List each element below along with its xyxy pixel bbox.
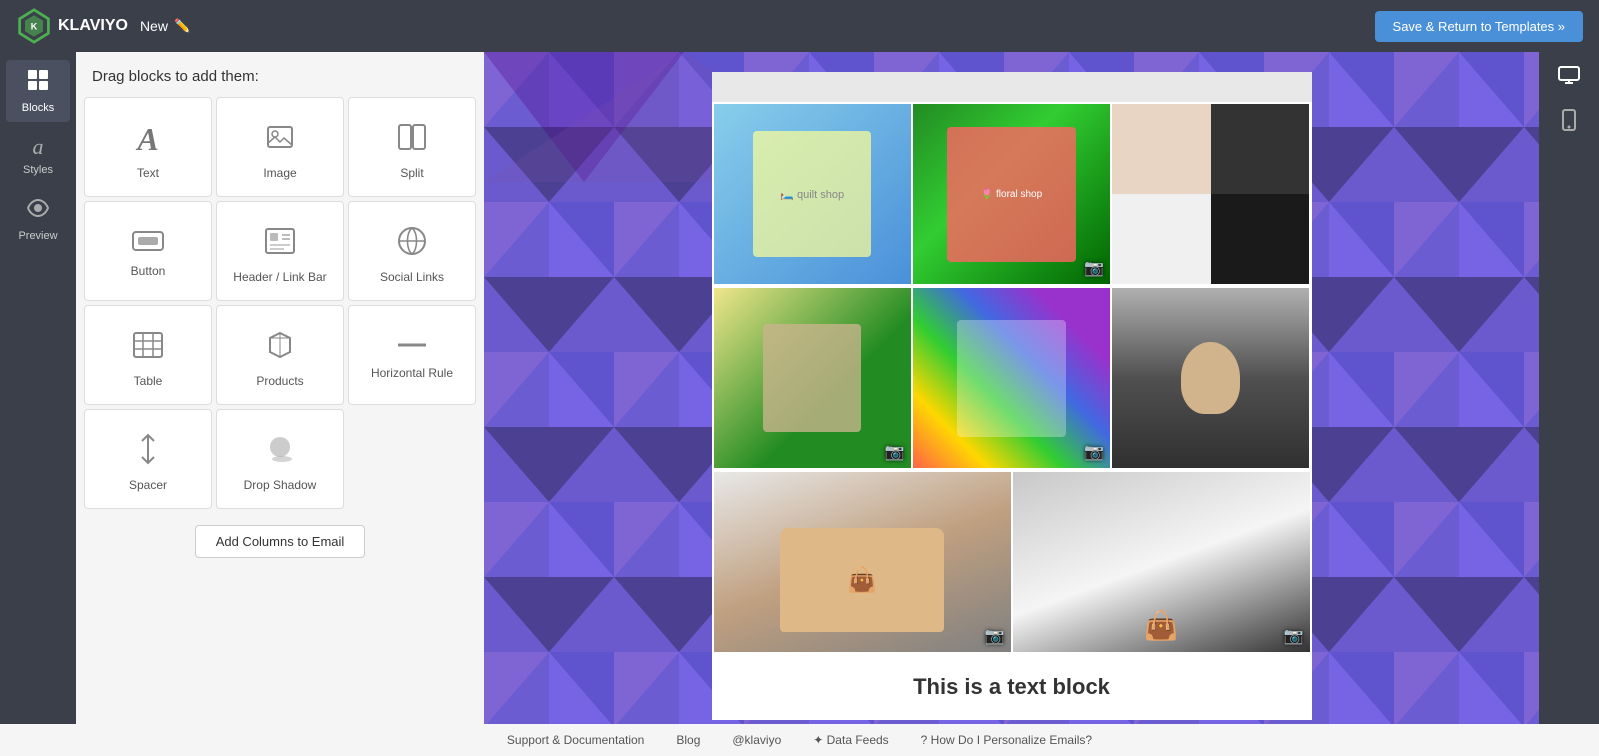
canvas-area: 🛏️ quilt shop 🌷 floral shop 📷 <box>484 52 1539 756</box>
desktop-view-button[interactable] <box>1552 60 1586 95</box>
table-block-icon <box>132 329 164 366</box>
button-block-label: Button <box>131 264 166 278</box>
email-preview: 🛏️ quilt shop 🌷 floral shop 📷 <box>712 72 1312 720</box>
photo-cell-4: 📷 <box>714 288 911 468</box>
split-block-label: Split <box>400 166 423 180</box>
drop-shadow-block-label: Drop Shadow <box>244 478 317 492</box>
image-block-icon <box>264 121 296 158</box>
image-block-label: Image <box>263 166 296 180</box>
photo-grid-row3: 👜 📷 👜 📷 <box>712 470 1312 654</box>
sidebar-item-blocks[interactable]: Blocks <box>6 60 70 122</box>
preview-label: Preview <box>18 230 57 242</box>
preview-icon <box>26 196 50 226</box>
main-content: Blocks a Styles Preview Drag blocks to a… <box>0 52 1599 756</box>
button-block-icon <box>132 231 164 256</box>
block-button[interactable]: Button <box>84 201 212 301</box>
products-block-label: Products <box>256 374 303 388</box>
photo-cell-8: 👜 📷 <box>1013 472 1310 652</box>
logo: K KLAVIYO <box>16 8 128 44</box>
save-return-button[interactable]: Save & Return to Templates » <box>1375 11 1583 42</box>
klaviyo-logo-icon: K <box>16 8 52 44</box>
block-image[interactable]: Image <box>216 97 344 197</box>
instagram-icon-8: 📷 <box>1284 626 1304 646</box>
add-columns-button[interactable]: Add Columns to Email <box>195 525 366 558</box>
text-block-preview: This is a text block <box>712 654 1312 720</box>
top-bar-left: K KLAVIYO New ✏️ <box>16 8 190 44</box>
social-block-icon <box>396 225 428 262</box>
photo-cell-2: 🌷 floral shop 📷 <box>913 104 1110 284</box>
blocks-panel: Drag blocks to add them: A Text Image <box>76 52 484 756</box>
styles-label: Styles <box>23 164 53 176</box>
photo-grid-row1: 🛏️ quilt shop 🌷 floral shop 📷 <box>712 102 1312 286</box>
block-split[interactable]: Split <box>348 97 476 197</box>
top-bar: K KLAVIYO New ✏️ Save & Return to Templa… <box>0 0 1599 52</box>
hr-block-label: Horizontal Rule <box>371 366 453 380</box>
email-header-strip <box>712 72 1312 102</box>
header-block-icon <box>264 225 296 262</box>
mobile-view-button[interactable] <box>1556 103 1582 142</box>
instagram-icon-7: 📷 <box>985 626 1005 646</box>
block-spacer[interactable]: Spacer <box>84 409 212 509</box>
block-products[interactable]: Products <box>216 305 344 405</box>
header-block-label: Header / Link Bar <box>233 270 326 284</box>
styles-icon: a <box>33 134 44 160</box>
photo-grid-row2: 📷 📷 <box>712 286 1312 470</box>
photo-cell-5: 📷 <box>913 288 1110 468</box>
block-header-link-bar[interactable]: Header / Link Bar <box>216 201 344 301</box>
photo-cell-6 <box>1112 288 1309 468</box>
blocks-label: Blocks <box>22 102 54 114</box>
sidebar-item-styles[interactable]: a Styles <box>6 126 70 184</box>
svg-text:K: K <box>31 22 38 32</box>
edit-icon[interactable]: ✏️ <box>174 18 190 34</box>
photo-cell-1: 🛏️ quilt shop <box>714 104 911 284</box>
social-block-label: Social Links <box>380 270 444 284</box>
split-block-icon <box>396 121 428 158</box>
block-drop-shadow[interactable]: Drop Shadow <box>216 409 344 509</box>
spacer-block-label: Spacer <box>129 478 167 492</box>
icon-sidebar: Blocks a Styles Preview <box>0 52 76 756</box>
blocks-panel-header: Drag blocks to add them: <box>76 52 484 97</box>
document-name: New <box>140 18 168 34</box>
block-horizontal-rule[interactable]: Horizontal Rule <box>348 305 476 405</box>
photo-cell-3 <box>1112 104 1309 284</box>
photo-cell-7: 👜 📷 <box>714 472 1011 652</box>
block-text[interactable]: A Text <box>84 97 212 197</box>
table-block-label: Table <box>134 374 163 388</box>
block-social-links[interactable]: Social Links <box>348 201 476 301</box>
blocks-icon <box>26 68 50 98</box>
text-block-label: Text <box>137 166 159 180</box>
blocks-grid: A Text Image <box>76 97 484 509</box>
instagram-icon-5: 📷 <box>1084 442 1104 462</box>
sidebar-item-preview[interactable]: Preview <box>6 188 70 250</box>
instagram-icon-4: 📷 <box>885 442 905 462</box>
brand-name: KLAVIYO <box>58 17 128 35</box>
text-block-content: This is a text block <box>913 674 1110 699</box>
hr-block-icon <box>396 337 428 358</box>
block-table[interactable]: Table <box>84 305 212 405</box>
text-block-icon: A <box>137 121 158 158</box>
spacer-block-icon <box>136 433 160 470</box>
canvas-content: 🛏️ quilt shop 🌷 floral shop 📷 <box>484 52 1539 740</box>
document-name-area: New ✏️ <box>140 18 190 34</box>
instagram-icon-2: 📷 <box>1084 258 1104 278</box>
right-panel <box>1539 52 1599 756</box>
shadow-block-icon <box>264 433 296 470</box>
products-block-icon <box>264 329 296 366</box>
